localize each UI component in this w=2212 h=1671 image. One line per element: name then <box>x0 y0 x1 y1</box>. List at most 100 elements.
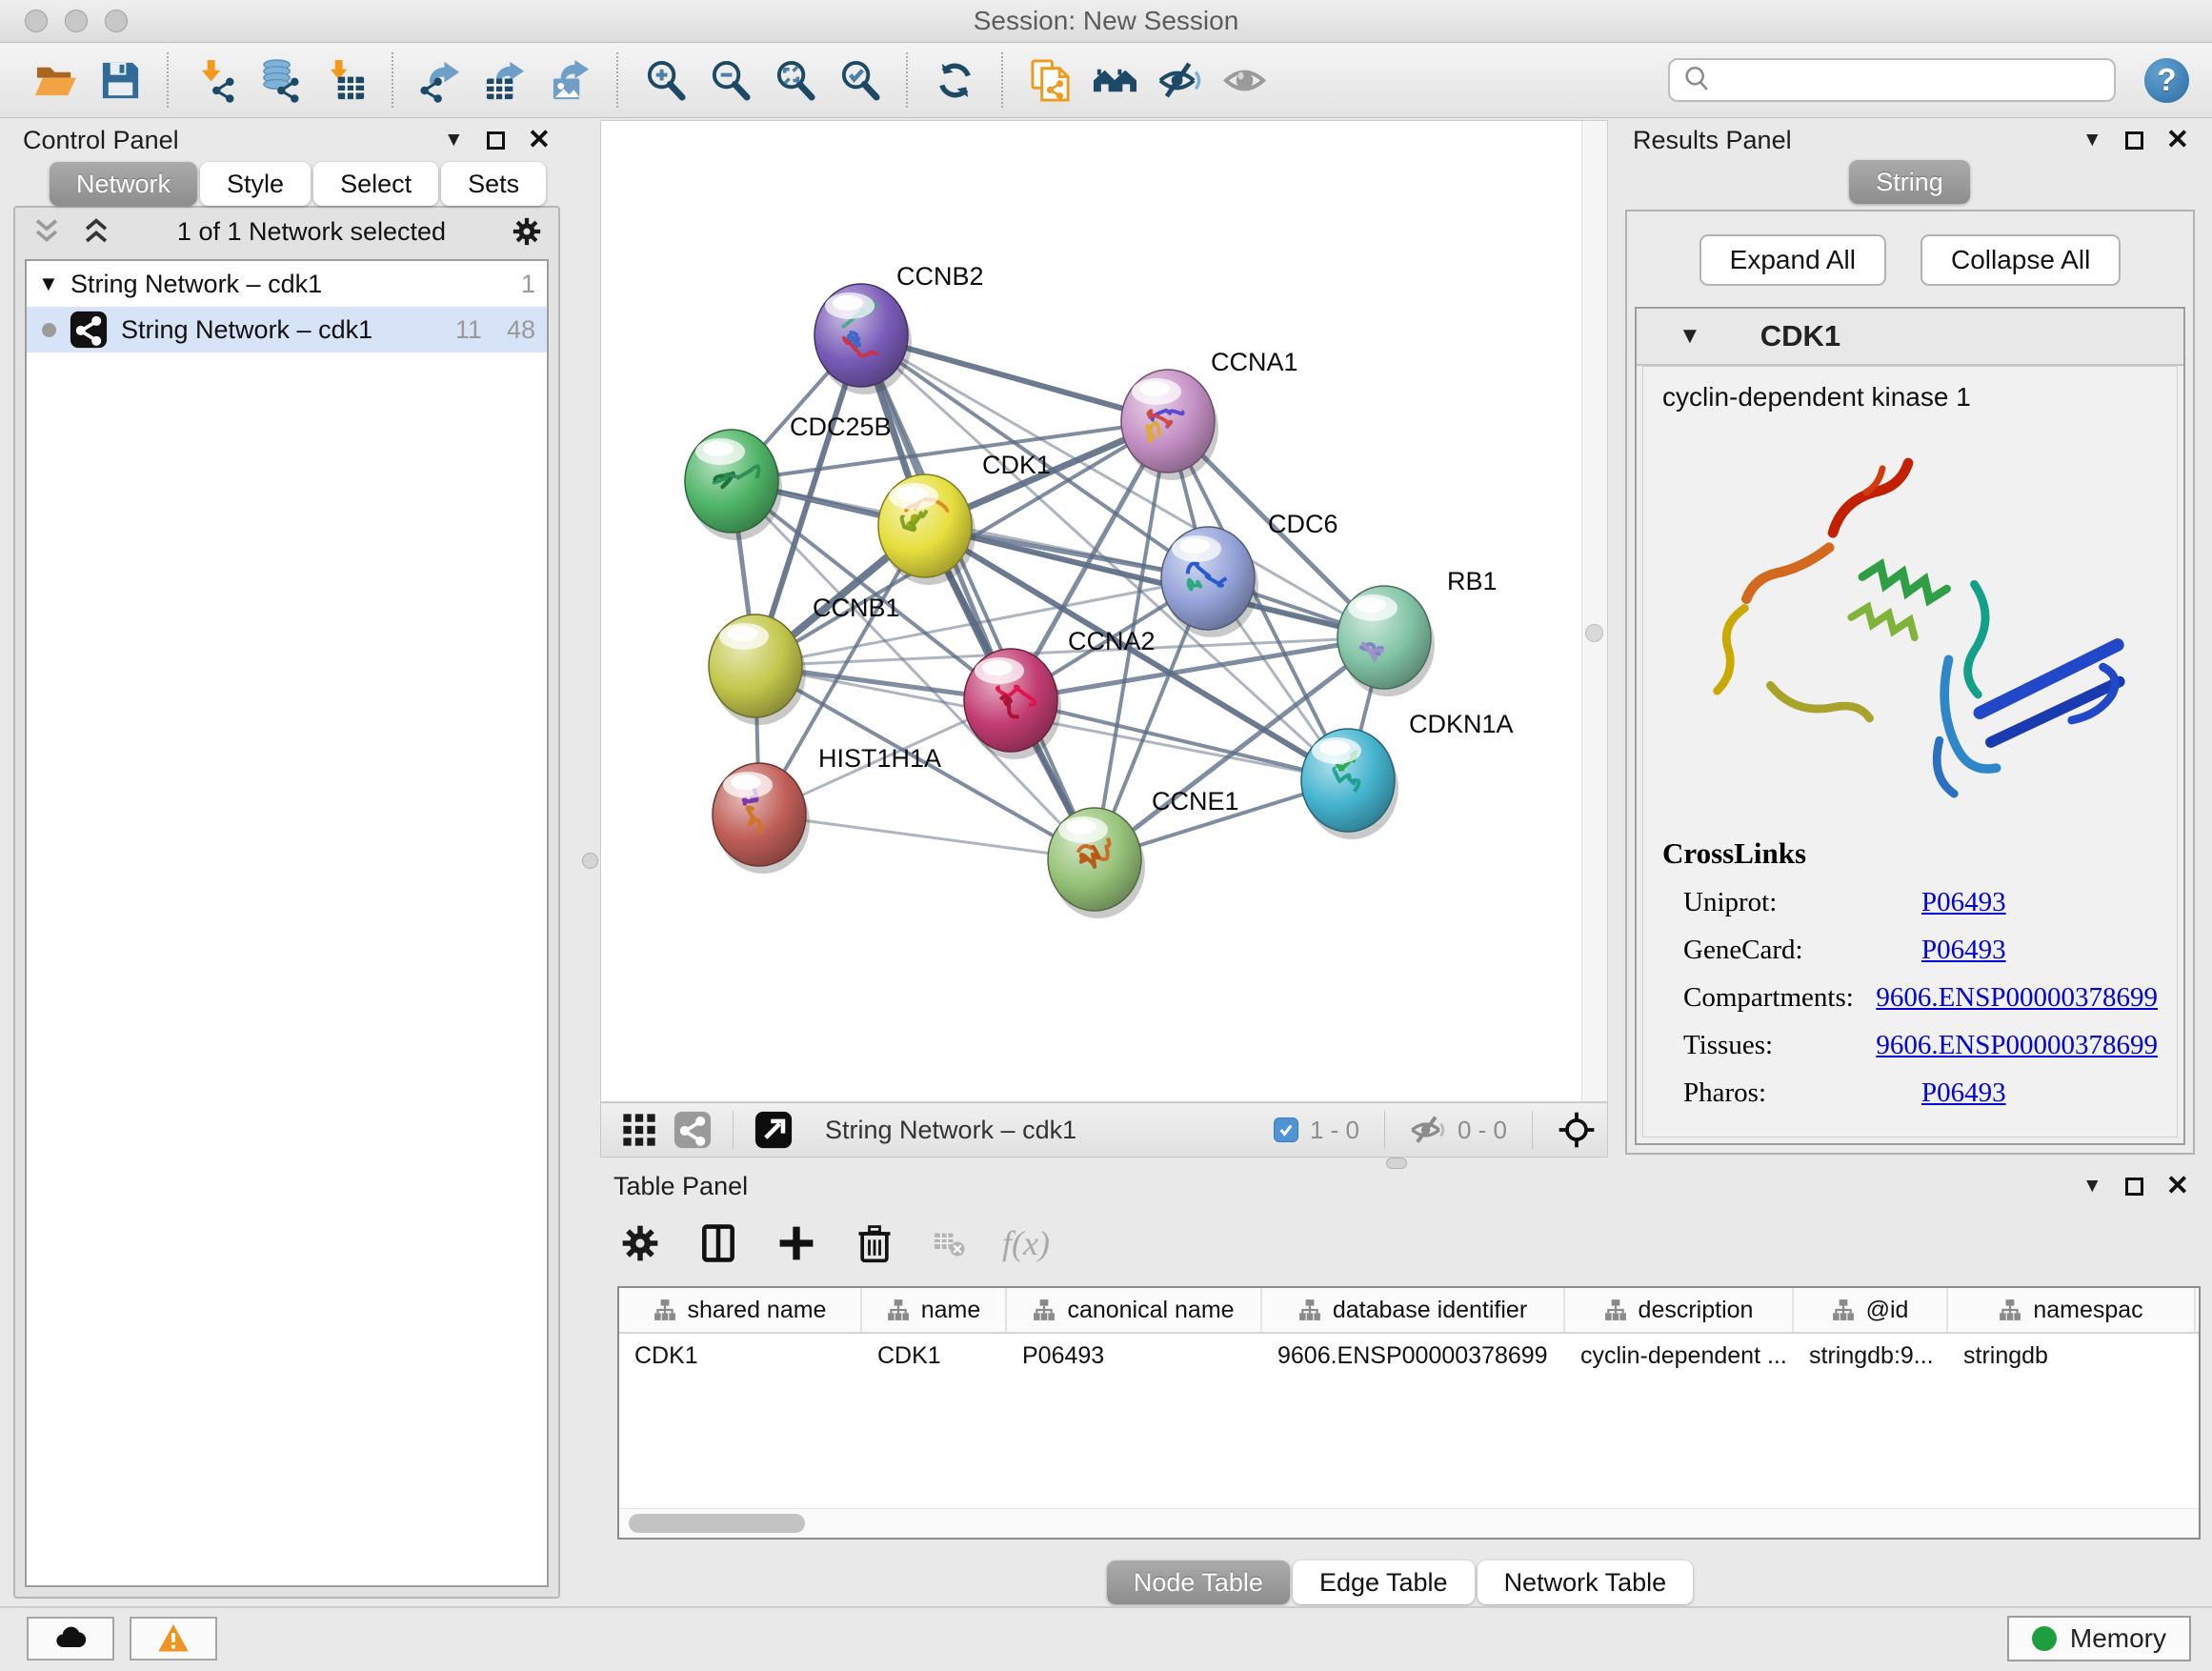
close-window-button[interactable] <box>25 10 48 32</box>
tab-sets[interactable]: Sets <box>441 162 546 206</box>
birdseye-toggle-button[interactable] <box>620 1111 658 1149</box>
warning-button[interactable] <box>130 1617 217 1661</box>
export-image-button[interactable] <box>542 52 597 108</box>
network-collection-row[interactable]: ▼ String Network – cdk1 1 <box>27 261 547 307</box>
table-gear-icon[interactable] <box>619 1222 661 1264</box>
memory-button[interactable]: Memory <box>2007 1616 2191 1661</box>
import-network-button[interactable] <box>188 52 243 108</box>
status-bar: Memory <box>0 1606 2212 1671</box>
export-network-button[interactable] <box>412 52 468 108</box>
import-table-icon <box>323 58 368 103</box>
eye-disabled-icon <box>1222 58 1267 103</box>
search-input[interactable] <box>1714 65 2102 96</box>
check-icon <box>1277 1121 1295 1138</box>
zoom-out-button[interactable] <box>702 52 757 108</box>
scrollbar-thumb[interactable] <box>1585 624 1603 642</box>
toolbar-separator <box>392 52 393 108</box>
network-vertical-scrollbar[interactable] <box>1581 121 1607 1101</box>
network-selection-bar: 1 of 1 Network selected <box>15 208 558 255</box>
crosslink-link[interactable]: 9606.ENSP00000378699 <box>1876 1030 2158 1061</box>
network-canvas[interactable]: CCNB2CCNA1CDC25BCDK1CDC6RB1CCNB1CCNA2CDK… <box>600 120 1608 1102</box>
crosshair-icon[interactable] <box>1558 1111 1596 1149</box>
network-node-label-CDC25B: CDC25B <box>790 413 892 441</box>
network-badge-button[interactable] <box>674 1111 712 1149</box>
zoom-selected-button[interactable] <box>832 52 887 108</box>
export-network-icon <box>418 58 463 103</box>
scrollbar-thumb[interactable] <box>629 1514 805 1533</box>
tab-edge-table[interactable]: Edge Table <box>1293 1560 1475 1604</box>
import-table-button[interactable] <box>317 52 372 108</box>
detach-view-button[interactable] <box>754 1111 793 1149</box>
show-columns-icon[interactable] <box>697 1222 739 1264</box>
panel-menu-icon[interactable]: ▼ <box>444 129 464 151</box>
open-session-button[interactable] <box>28 52 83 108</box>
table-panel-header: Table Panel ▼ ✕ <box>600 1168 2202 1204</box>
tab-string[interactable]: String <box>1849 160 1970 204</box>
splitter-grip[interactable] <box>582 853 598 869</box>
crosslink-link[interactable]: 9606.ENSP00000378699 <box>1876 982 2158 1014</box>
float-panel-icon[interactable] <box>487 131 505 150</box>
collapse-all-button[interactable]: Collapse All <box>1920 234 2121 286</box>
sitemap-icon <box>1033 1299 1056 1321</box>
string-results-box: Expand All Collapse All ▼ CDK1 cyclin-de… <box>1625 210 2195 1155</box>
close-panel-icon[interactable]: ✕ <box>2166 127 2189 154</box>
table-row[interactable]: CDK1CDK1P064939606.ENSP00000378699cyclin… <box>619 1334 2199 1378</box>
add-column-icon[interactable] <box>775 1222 817 1264</box>
network-graph[interactable]: CCNB2CCNA1CDC25BCDK1CDC6RB1CCNB1CCNA2CDK… <box>601 121 1582 1101</box>
column-header--id[interactable]: @id <box>1794 1288 1948 1332</box>
export-table-button[interactable] <box>477 52 533 108</box>
minimize-window-button[interactable] <box>65 10 88 32</box>
import-network-from-database-button[interactable] <box>252 52 308 108</box>
warning-icon <box>156 1621 191 1656</box>
column-header-database-identifier[interactable]: database identifier <box>1262 1288 1565 1332</box>
network-row-label: String Network – cdk1 <box>121 315 431 345</box>
tab-network[interactable]: Network <box>50 162 197 206</box>
column-header-canonical-name[interactable]: canonical name <box>1007 1288 1262 1332</box>
close-panel-icon[interactable]: ✕ <box>528 127 551 154</box>
delete-column-icon[interactable] <box>854 1222 895 1264</box>
network-collection-count: 1 <box>521 270 535 299</box>
tab-style[interactable]: Style <box>200 162 311 206</box>
expand-all-icon[interactable] <box>80 215 112 248</box>
float-panel-icon[interactable] <box>2125 1178 2143 1196</box>
collapse-all-icon[interactable] <box>30 215 63 248</box>
clone-network-button[interactable] <box>1022 52 1077 108</box>
column-header-namespac[interactable]: namespac <box>1948 1288 2196 1332</box>
zoom-window-button[interactable] <box>105 10 128 32</box>
column-header-description[interactable]: description <box>1565 1288 1794 1332</box>
show-hidden-button[interactable] <box>1217 52 1272 108</box>
network-share-badge-icon <box>70 311 108 349</box>
panel-menu-icon[interactable]: ▼ <box>2082 1175 2102 1198</box>
tab-network-table[interactable]: Network Table <box>1478 1560 1694 1604</box>
cloud-button[interactable] <box>27 1617 114 1661</box>
apply-layout-button[interactable] <box>927 52 982 108</box>
column-header-shared-name[interactable]: shared name <box>619 1288 862 1332</box>
crosslink-link[interactable]: P06493 <box>1921 935 2006 966</box>
close-panel-icon[interactable]: ✕ <box>2166 1173 2189 1200</box>
float-panel-icon[interactable] <box>2125 131 2143 150</box>
selected-checkbox[interactable] <box>1274 1117 1298 1142</box>
protein-structure-image <box>1667 437 2153 823</box>
tab-node-table[interactable]: Node Table <box>1107 1560 1290 1604</box>
hide-selected-button[interactable] <box>1152 52 1207 108</box>
tree-expander-icon[interactable]: ▼ <box>38 272 70 296</box>
network-row[interactable]: String Network – cdk1 11 48 <box>27 307 547 352</box>
save-session-button[interactable] <box>92 52 148 108</box>
crosslink-link[interactable]: P06493 <box>1921 887 2006 918</box>
table-panel-title: Table Panel <box>613 1172 748 1201</box>
zoom-in-button[interactable] <box>637 52 693 108</box>
section-expander-icon[interactable]: ▼ <box>1679 323 1701 350</box>
show-all-nodes-button[interactable] <box>1087 52 1142 108</box>
column-header-name[interactable]: name <box>862 1288 1007 1332</box>
zoom-fit-button[interactable] <box>767 52 822 108</box>
gear-icon[interactable] <box>511 215 543 248</box>
main-toolbar: ? <box>0 43 2212 118</box>
panel-menu-icon[interactable]: ▼ <box>2082 129 2102 151</box>
help-button[interactable]: ? <box>2144 58 2189 103</box>
node-section-header[interactable]: ▼ CDK1 <box>1637 309 2183 366</box>
table-horizontal-scrollbar[interactable] <box>619 1508 2199 1538</box>
table-cell: stringdb <box>1948 1334 2196 1378</box>
crosslink-link[interactable]: P06493 <box>1921 1077 2006 1109</box>
expand-all-button[interactable]: Expand All <box>1699 234 1886 286</box>
tab-select[interactable]: Select <box>313 162 438 206</box>
